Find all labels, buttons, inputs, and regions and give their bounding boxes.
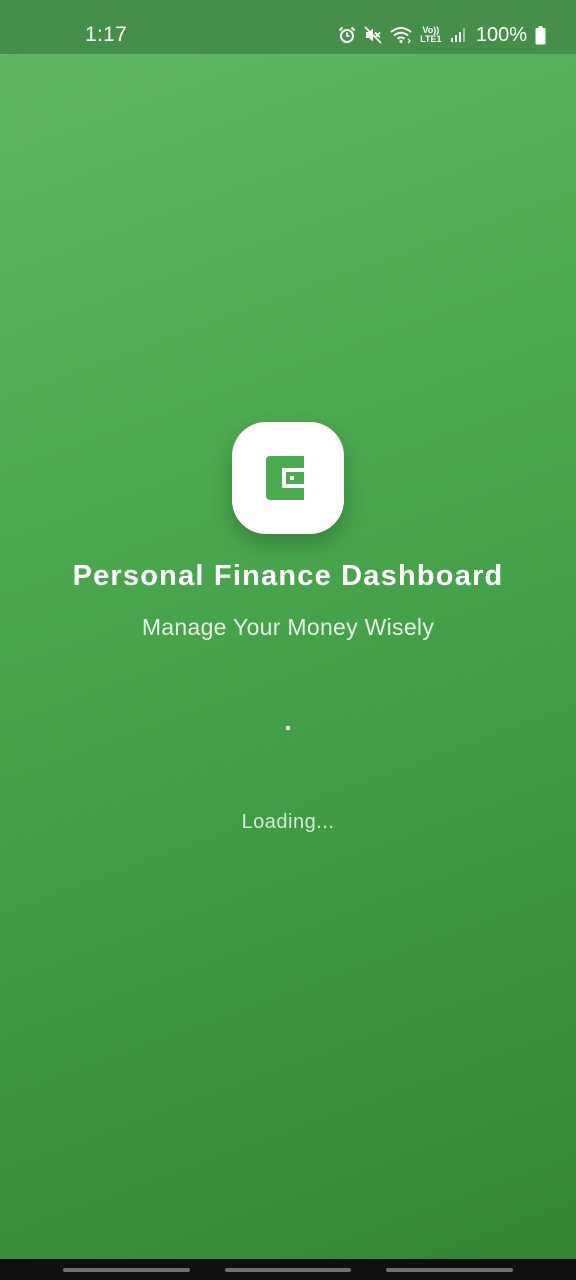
volte-icon: Vo)) LTE1: [420, 25, 442, 44]
status-bar: 1:17 Vo)) LTE1 100%: [0, 0, 576, 54]
signal-icon: [450, 27, 466, 43]
nav-home-handle[interactable]: [225, 1268, 351, 1272]
loading-spinner: [286, 726, 290, 730]
status-icons: Vo)) LTE1 100%: [338, 20, 546, 50]
app-logo: [232, 422, 344, 534]
app-title: Personal Finance Dashboard: [72, 560, 504, 592]
wifi-icon: [390, 26, 412, 44]
battery-icon: [535, 25, 546, 45]
status-time: 1:17: [85, 23, 128, 46]
navigation-bar: [0, 1259, 576, 1280]
alarm-icon: [338, 26, 356, 44]
nav-back-handle[interactable]: [386, 1268, 513, 1272]
nav-recents-handle[interactable]: [63, 1268, 190, 1272]
battery-percent: 100%: [475, 24, 527, 46]
wallet-icon: [266, 456, 310, 500]
mute-icon: [364, 26, 382, 44]
app-subtitle: Manage Your Money Wisely: [141, 614, 435, 640]
splash-screen: 1:17 Vo)) LTE1 100% Personal Finance Das…: [0, 0, 576, 1280]
loading-text: Loading...: [241, 811, 335, 833]
